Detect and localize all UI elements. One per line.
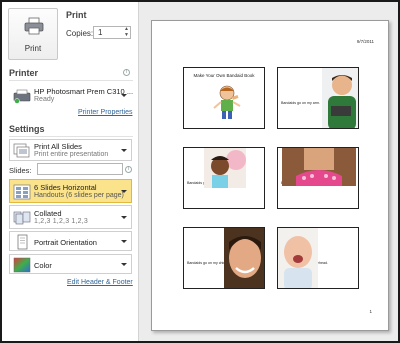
boy-photo: [322, 68, 358, 128]
layout-title: 6 Slides Horizontal: [34, 183, 97, 192]
orientation-dropdown[interactable]: Portrait Orientation: [9, 231, 132, 251]
slide-thumbnail: Make Your Own Bandaid Book: [183, 67, 265, 129]
print-range-title: Print All Slides: [34, 142, 82, 151]
edit-header-footer-link[interactable]: Edit Header & Footer: [67, 279, 133, 286]
slides-label: Slides:: [9, 166, 32, 175]
slide-thumbnail: Bandaids go on my toe.: [277, 147, 359, 209]
cartoon-child-image: [213, 85, 241, 119]
chevron-down-icon: [121, 263, 127, 266]
print-heading: Print: [66, 10, 87, 20]
teen-boy-photo: [224, 228, 264, 288]
chevron-down-icon: [121, 149, 127, 152]
chevron-down-icon: [121, 216, 127, 219]
page-number: 1: [369, 309, 372, 314]
divider: [9, 80, 133, 81]
info-icon[interactable]: i: [123, 69, 130, 76]
printer-device-icon: [13, 89, 31, 104]
slide-title: Make Your Own Bandaid Book: [193, 73, 255, 78]
slide-thumbnail: Bandaids go on my forehead.: [277, 227, 359, 289]
six-slides-layout-icon: [13, 184, 31, 200]
slides-input[interactable]: [37, 163, 123, 175]
divider: [9, 136, 133, 137]
color-swatch-icon: [13, 257, 31, 273]
printer-properties-link[interactable]: Printer Properties: [78, 109, 132, 116]
copies-stepper[interactable]: 1 ▲ ▼: [93, 26, 131, 39]
print-preview-page: 9/7/2011 Make Your Own Bandaid Book Band…: [151, 20, 389, 331]
chevron-down-icon: [121, 94, 127, 97]
printer-icon: [24, 17, 44, 35]
portrait-page-icon: [17, 234, 28, 250]
printer-dropdown[interactable]: HP Photosmart Prem C310 ... Ready: [9, 84, 134, 106]
printer-name: HP Photosmart Prem C310 ...: [34, 87, 134, 96]
chevron-down-icon: [121, 240, 127, 243]
print-button-label: Print: [24, 44, 42, 53]
printer-heading: Printer: [9, 68, 39, 78]
collated-icon: [13, 211, 31, 225]
orientation-title: Portrait Orientation: [34, 238, 97, 247]
slide-caption: Bandaids go on my chin.: [187, 261, 227, 265]
girl-photo: [204, 148, 246, 188]
collation-subtitle: 1,2,3 1,2,3 1,2,3: [34, 218, 88, 225]
chevron-down-icon: [121, 190, 127, 193]
info-icon[interactable]: i: [125, 166, 132, 173]
spin-arrows-icon[interactable]: ▲ ▼: [124, 26, 129, 38]
crying-baby-photo: [278, 228, 318, 288]
print-range-dropdown[interactable]: Print All Slides Print entire presentati…: [9, 139, 132, 161]
print-range-subtitle: Print entire presentation: [34, 151, 109, 158]
slide-thumbnail: Bandaids go on my chin.: [183, 227, 265, 289]
settings-heading: Settings: [9, 124, 45, 134]
copies-label: Copies:: [66, 29, 94, 38]
layout-dropdown[interactable]: 6 Slides Horizontal Handouts (6 slides p…: [9, 179, 132, 203]
slide-thumbnail: Bandaids go on my arm.: [277, 67, 359, 129]
copies-value: 1: [98, 28, 103, 37]
print-button[interactable]: Print: [8, 8, 58, 60]
slides-stack-icon: [13, 143, 30, 158]
page-date: 9/7/2011: [356, 39, 374, 44]
color-dropdown[interactable]: Color: [9, 254, 132, 274]
collation-dropdown[interactable]: Collated 1,2,3 1,2,3 1,2,3: [9, 205, 132, 229]
slide-thumbnail: Bandaids go on my head.: [183, 147, 265, 209]
layout-subtitle: Handouts (6 slides per page): [34, 192, 124, 199]
color-title: Color: [34, 261, 52, 270]
collation-title: Collated: [34, 209, 62, 218]
slide-caption: Bandaids go on my arm.: [281, 101, 320, 105]
printer-status: Ready: [34, 96, 55, 103]
feet-photo: [282, 148, 356, 186]
